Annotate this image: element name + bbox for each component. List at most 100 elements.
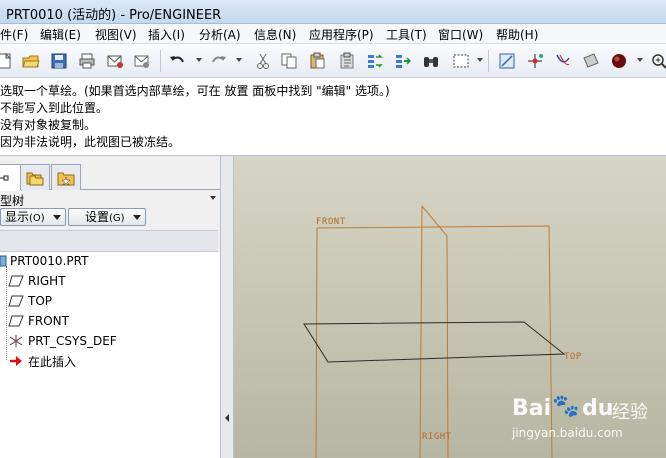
- datum-plane-icon: [8, 274, 24, 288]
- cut-button[interactable]: [252, 50, 274, 72]
- menu-insert[interactable]: 插入(I): [148, 26, 185, 43]
- panel-menu-dropdown-icon[interactable]: [210, 196, 216, 200]
- tab-model-tree[interactable]: [0, 164, 22, 191]
- settings-button-label: 设置: [85, 210, 110, 224]
- navigator-tab-row: [0, 160, 224, 191]
- undo-dropdown-icon[interactable]: [196, 58, 202, 62]
- print-button[interactable]: [76, 50, 98, 72]
- paste-button[interactable]: [306, 50, 328, 72]
- paw-icon: 🐾: [552, 394, 580, 419]
- datum-point-button[interactable]: [552, 50, 574, 72]
- settings-dropdown-button[interactable]: 设置(G): [68, 208, 146, 226]
- menu-help[interactable]: 帮助(H): [496, 26, 538, 43]
- zoom-in-icon: [652, 54, 666, 69]
- show-button-shortcut: (O): [29, 213, 45, 224]
- message-line: 不能写入到此位置。: [0, 101, 109, 115]
- tree-connector: [6, 266, 7, 360]
- menu-info[interactable]: 信息(N): [254, 26, 296, 43]
- message-line: 选取一个草绘。(如果首选内部草绘，可在 放置 面板中找到 "编辑" 选项。): [0, 84, 390, 98]
- message-line: 因为非法说明，此视图已被冻结。: [0, 135, 181, 149]
- datum-point-icon: [556, 54, 570, 66]
- open-folder-icon: [22, 55, 40, 68]
- title-bar: PRT0010 (活动的) - Pro/ENGINEER: [0, 0, 666, 24]
- redo-icon: [212, 56, 226, 63]
- datum-plane-icon: [8, 314, 24, 328]
- tree-item-label: RIGHT: [28, 274, 66, 288]
- datum-axis-icon: [528, 54, 543, 68]
- regenerate-button[interactable]: [364, 50, 386, 72]
- select-filter-dropdown-icon[interactable]: [477, 58, 483, 62]
- undo-icon: [170, 56, 184, 63]
- save-button[interactable]: [48, 50, 70, 72]
- model-tree-title: 型树: [0, 194, 25, 208]
- model-tree-icon: [0, 175, 9, 181]
- copy-button[interactable]: [278, 50, 300, 72]
- toolbar-separator: [488, 50, 489, 72]
- tree-item-label: 在此插入: [28, 354, 77, 369]
- tree-item-top[interactable]: TOP: [8, 292, 52, 310]
- selection-box-icon: [453, 54, 469, 68]
- chevron-down-icon: [53, 215, 61, 220]
- coordinate-system-icon: [8, 334, 24, 348]
- appearance-button[interactable]: [608, 50, 630, 72]
- right-plane-label: RIGHT: [422, 432, 452, 442]
- binoculars-icon: [424, 57, 438, 67]
- select-box-button[interactable]: [448, 50, 474, 72]
- regenerate-icon: [368, 54, 383, 68]
- scissors-icon: [257, 53, 269, 69]
- tab-folder-browser[interactable]: [20, 164, 50, 190]
- appearance-dropdown-icon[interactable]: [637, 58, 643, 62]
- tree-item-label: TOP: [28, 294, 53, 308]
- mail-link-icon: [134, 55, 149, 68]
- tree-item-label: FRONT: [28, 314, 69, 328]
- tree-item-label: PRT_CSYS_DEF: [28, 334, 117, 348]
- menu-analysis[interactable]: 分析(A): [199, 26, 241, 43]
- window-title: PRT0010 (活动的) - Pro/ENGINEER: [6, 8, 222, 23]
- redo-button[interactable]: [208, 50, 230, 72]
- show-dropdown-button[interactable]: 显示(O): [0, 208, 66, 226]
- tree-item-right[interactable]: RIGHT: [8, 272, 66, 290]
- tab-favorites[interactable]: [51, 164, 81, 190]
- menu-file[interactable]: 文件(F): [0, 26, 28, 43]
- save-disk-icon: [51, 53, 67, 69]
- appearance-sphere-icon: [612, 54, 626, 68]
- sketch-icon: [499, 53, 515, 69]
- paste-special-button[interactable]: [336, 50, 358, 72]
- datum-plane-button[interactable]: [580, 50, 602, 72]
- menu-edit[interactable]: 编辑(E): [40, 26, 81, 43]
- new-file-button[interactable]: [0, 50, 16, 72]
- datum-plane-icon: [8, 294, 24, 308]
- tree-item-front[interactable]: FRONT: [8, 312, 69, 330]
- sketch-button[interactable]: [496, 50, 518, 72]
- menu-window[interactable]: 窗口(W): [438, 26, 483, 43]
- paste-special-icon: [340, 52, 354, 69]
- menu-tools[interactable]: 工具(T): [386, 26, 427, 43]
- open-button[interactable]: [20, 50, 42, 72]
- mail-icon: [107, 55, 123, 68]
- menu-view[interactable]: 视图(V): [95, 26, 137, 43]
- send-mail-button[interactable]: [104, 50, 126, 72]
- regenerate-manager-button[interactable]: [392, 50, 414, 72]
- navigator-panel: 型树 显示(O) 设置(G) PRT0010.PRT RIGHT TOP FRO…: [0, 156, 224, 458]
- regenerate-manager-icon: [396, 55, 412, 68]
- baidu-watermark: Bai 🐾 du 经验 jingyan.baidu.com: [512, 394, 662, 452]
- paste-icon: [310, 52, 325, 69]
- watermark-brand: 经验: [612, 402, 648, 423]
- watermark-brand: du: [582, 396, 614, 421]
- part-icon: [0, 254, 8, 268]
- redo-dropdown-icon[interactable]: [236, 58, 242, 62]
- menu-applications[interactable]: 应用程序(P): [309, 26, 374, 43]
- panel-splitter[interactable]: [220, 156, 234, 458]
- send-link-button[interactable]: [131, 50, 153, 72]
- toolbar-separator: [160, 50, 161, 72]
- find-button[interactable]: [420, 50, 442, 72]
- datum-plane-icon: [583, 53, 599, 68]
- tree-item-csys[interactable]: PRT_CSYS_DEF: [8, 332, 117, 350]
- zoom-in-button[interactable]: [648, 50, 666, 72]
- collapse-arrow-icon[interactable]: [225, 414, 229, 422]
- tree-item-insert-here[interactable]: 在此插入: [8, 352, 76, 370]
- model-tree-button-row: 显示(O) 设置(G): [0, 208, 224, 228]
- undo-button[interactable]: [166, 50, 188, 72]
- tree-item-root[interactable]: PRT0010.PRT: [0, 252, 88, 270]
- datum-axis-button[interactable]: [524, 50, 546, 72]
